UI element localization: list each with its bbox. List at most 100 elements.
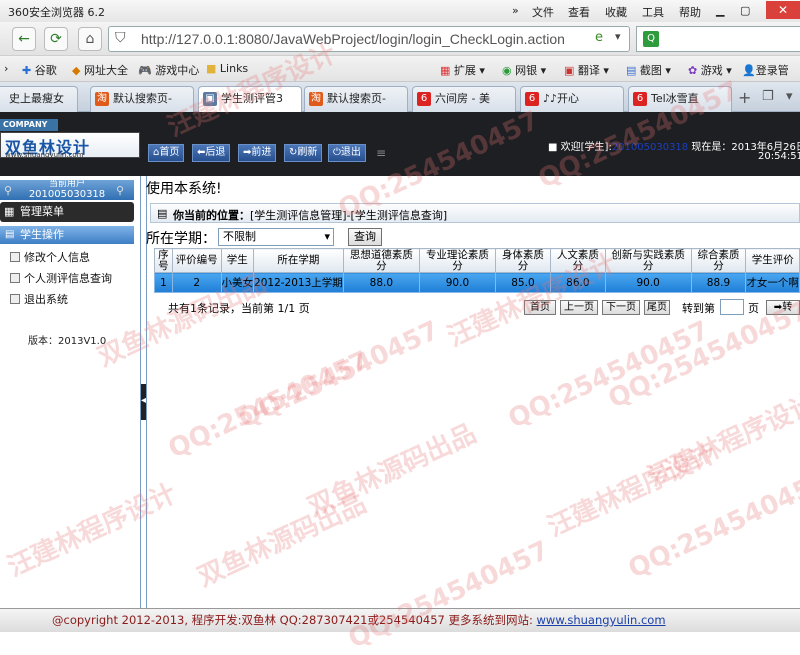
browser-titlebar: 360安全浏览器 6.2 » 文件 查看 收藏 工具 帮助 ▁ ▢ ✕ xyxy=(0,0,800,22)
cell-overall: 88.9 xyxy=(690,272,747,293)
chevron-down-icon[interactable]: ▾ xyxy=(615,30,621,43)
pager-prev[interactable]: 上一页 xyxy=(560,300,598,315)
tab-3-active[interactable]: ▣ 学生测评管3 xyxy=(198,86,302,112)
minimize-icon[interactable]: ▁ xyxy=(716,4,724,17)
semester-select[interactable]: 不限制 ▾ xyxy=(218,228,334,246)
bookmark-games[interactable]: 🎮 游戏中心 xyxy=(138,62,199,78)
evaluation-table: 序号 评价编号 学生 所在学期 思想道德素质分 专业理论素质分 身体素质分 人文… xyxy=(154,248,800,293)
back-arrow-icon[interactable]: ← xyxy=(12,27,36,51)
taobao-icon: 淘 xyxy=(95,92,109,106)
cell-humanities: 86.0 xyxy=(549,272,606,293)
taobao-icon: 淘 xyxy=(309,92,323,106)
pin-left-icon: ⚲ xyxy=(4,184,13,197)
cell-index: 1 xyxy=(154,272,173,293)
six-icon: 6 xyxy=(417,92,431,106)
user-icon: 👤 xyxy=(742,64,756,77)
logout-button[interactable]: ⏻退出 xyxy=(328,144,366,162)
maximize-icon[interactable]: ▢ xyxy=(740,4,750,17)
filter-label: 所在学期： xyxy=(146,231,216,247)
refresh-icon[interactable]: ⟳ xyxy=(44,27,68,51)
bookmark-sites[interactable]: ◆ 网址大全 xyxy=(72,62,128,78)
home-button[interactable]: ⌂首页 xyxy=(148,144,185,162)
double-arrow-icon[interactable]: » xyxy=(512,4,519,17)
marquee-text: 使用本系统! xyxy=(146,181,222,197)
shield-icon: ⛉ xyxy=(115,30,126,46)
tab-7[interactable]: 6 Tel冰雪直 xyxy=(628,86,732,112)
screenshot-icon: ▤ xyxy=(626,64,637,77)
arrow-right-icon: ➡ xyxy=(773,302,783,313)
version-text: 版本：2013V1.0 xyxy=(28,336,107,347)
tab-6[interactable]: 6 ♪♪开心 xyxy=(520,86,624,112)
browser-title: 360安全浏览器 6.2 xyxy=(8,6,105,19)
address-url: http://127.0.0.1:8080/JavaWebProject/log… xyxy=(141,31,565,47)
col-comment: 学生评价 xyxy=(745,248,800,273)
pager-last[interactable]: 尾页 xyxy=(644,300,670,315)
folder-icon: ■ xyxy=(206,62,217,75)
pager-info: 共有1条记录，当前第 1/1 页 xyxy=(168,302,310,315)
footer-link[interactable]: www.shuangyulin.com xyxy=(537,613,666,627)
menu-evaluation-query[interactable]: 个人测评信息查询 xyxy=(10,270,112,286)
address-row: ← ⟳ ⌂ ⛉ http://127.0.0.1:8080/JavaWebPro… xyxy=(0,22,800,56)
table-header-row: 序号 评价编号 学生 所在学期 思想道德素质分 专业理论素质分 身体素质分 人文… xyxy=(154,248,800,273)
cell-moral: 88.0 xyxy=(342,272,420,293)
bookmarks-arrow-icon[interactable]: › xyxy=(4,62,8,75)
menu-view[interactable]: 查看 xyxy=(568,4,590,20)
query-button[interactable]: 查询 xyxy=(348,228,382,246)
goto-page-input[interactable] xyxy=(720,299,744,315)
pager-first[interactable]: 首页 xyxy=(524,300,556,315)
address-bar[interactable]: ⛉ http://127.0.0.1:8080/JavaWebProject/l… xyxy=(108,26,630,52)
table-row[interactable]: 1 2 小美女 2012-2013上学期 88.0 90.0 85.0 86.0… xyxy=(154,272,800,293)
position-bar: ▤ 你当前的位置：[学生测评信息管理]-[学生测评信息查询] xyxy=(150,203,800,223)
cell-innovation: 90.0 xyxy=(604,272,692,293)
tab-1[interactable]: 史上最瘦女 xyxy=(0,86,78,112)
student-ops-section[interactable]: ▤ 学生操作 xyxy=(0,226,134,244)
ie-mode-icon[interactable]: e xyxy=(595,30,603,45)
company-tag: COMPANY xyxy=(0,119,58,131)
search-engine-icon[interactable]: Q xyxy=(643,31,659,47)
close-icon[interactable]: ✕ xyxy=(766,1,800,19)
page-footer: @copyright 2012-2013, 程序开发:双鱼林 QQ:287307… xyxy=(0,608,800,632)
grid-icon: ▦ xyxy=(4,205,15,218)
home-icon[interactable]: ⌂ xyxy=(78,27,102,51)
tab-bar: 史上最瘦女 淘默认搜索页- ▣ 学生测评管3 淘默认搜索页- 6 六间房 - 美 6… xyxy=(0,82,800,112)
tool-login[interactable]: 👤登录管 xyxy=(742,62,789,78)
back-button[interactable]: ⬅后退 xyxy=(192,144,231,162)
refresh-button[interactable]: ↻刷新 xyxy=(284,144,323,162)
bookmarks-bar: › ✚ 谷歌 ◆ 网址大全 🎮 游戏中心 ■ Links ▦ 扩展 ▾ ◉ 网银… xyxy=(0,56,800,82)
chevron-down-icon: ▾ xyxy=(324,230,330,243)
tab-restore-icon[interactable]: ❐ xyxy=(762,89,774,104)
tab-5[interactable]: 6 六间房 - 美 xyxy=(412,86,516,112)
extension-icon: ▦ xyxy=(440,64,451,77)
pager-next[interactable]: 下一页 xyxy=(602,300,640,315)
page-icon: ▤ xyxy=(157,207,168,220)
site-icon: ◆ xyxy=(72,64,81,77)
goto-button[interactable]: ➡转 xyxy=(766,300,800,315)
tab-menu-icon[interactable]: ▾ xyxy=(786,89,793,104)
menu-tools[interactable]: 工具 xyxy=(642,4,664,20)
tab-2[interactable]: 淘默认搜索页- xyxy=(90,86,194,112)
list-icon: ▤ xyxy=(5,229,15,240)
menu-logout[interactable]: 退出系统 xyxy=(10,291,68,307)
gamepad-icon: 🎮 xyxy=(138,64,152,77)
tab-4[interactable]: 淘默认搜索页- xyxy=(304,86,408,112)
forward-button[interactable]: ➡前进 xyxy=(238,144,277,162)
management-menu-header[interactable]: ▦ 管理菜单 xyxy=(0,202,134,222)
tool-games[interactable]: ✿ 游戏 ▾ xyxy=(688,62,732,78)
menu-favorites[interactable]: 收藏 xyxy=(605,4,627,20)
goto-label: 转到第 xyxy=(682,302,715,315)
tool-bank[interactable]: ◉ 网银 ▾ xyxy=(502,62,546,78)
menu-edit-profile[interactable]: 修改个人信息 xyxy=(10,249,90,265)
menu-help[interactable]: 帮助 xyxy=(679,4,701,20)
current-user-label: 当前用户 xyxy=(48,179,85,189)
bookmark-google[interactable]: ✚ 谷歌 xyxy=(22,62,57,78)
six-icon: 6 xyxy=(525,92,539,106)
menu-file[interactable]: 文件 xyxy=(532,4,554,20)
power-icon: ⏻ xyxy=(333,147,341,158)
search-input[interactable]: Q xyxy=(636,26,800,52)
new-tab-icon[interactable]: + xyxy=(738,88,751,107)
tool-screenshot[interactable]: ▤ 截图 ▾ xyxy=(626,62,671,78)
bookmark-links[interactable]: ■ Links xyxy=(206,62,248,75)
clock: 20:54:51 xyxy=(758,151,800,162)
tool-translate[interactable]: ▣ 翻译 ▾ xyxy=(564,62,609,78)
tool-extensions[interactable]: ▦ 扩展 ▾ xyxy=(440,62,485,78)
